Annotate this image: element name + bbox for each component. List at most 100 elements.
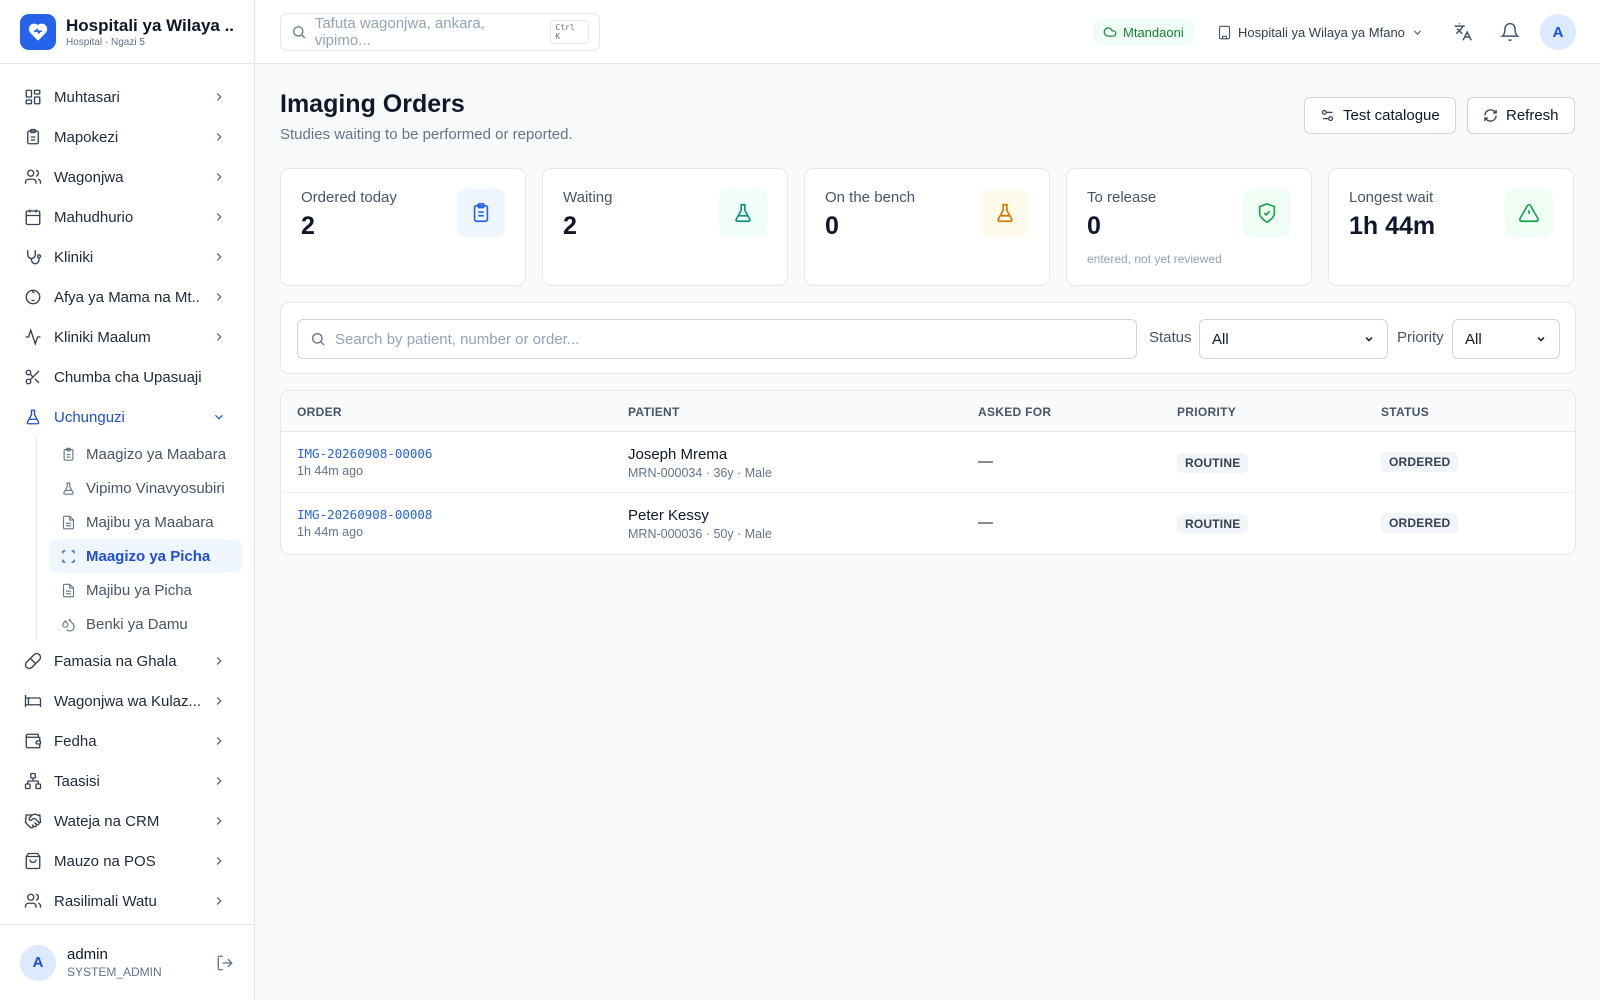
sidebar-item-label: Fedha (54, 732, 97, 750)
heart-logo-icon (20, 13, 56, 50)
chevron-down-icon (1365, 336, 1373, 342)
sidebar-item-rasilimali-watu[interactable]: Rasilimali Watu (0, 881, 254, 921)
column-header-priority[interactable]: PRIORITY (1177, 405, 1236, 419)
sidebar-submenu-uchunguzi: Maagizo ya Maabara Vipimo Vinavyosubiri … (36, 437, 242, 641)
stat-subtext: entered, not yet reviewed (1087, 252, 1222, 266)
column-header-status[interactable]: STATUS (1381, 405, 1429, 419)
user-profile[interactable]: A admin SYSTEM_ADMIN (0, 924, 254, 1000)
sidebar-subitem-majibu-maabara[interactable]: Majibu ya Maabara (49, 505, 242, 539)
refresh-button[interactable]: Refresh (1467, 97, 1575, 134)
chevron-right-icon (216, 173, 222, 181)
sidebar-subitem-maagizo-maabara[interactable]: Maagizo ya Maabara (49, 437, 242, 471)
sidebar-item-chumba-upasuaji[interactable]: Chumba cha Upasuaji (0, 357, 254, 397)
column-header-order[interactable]: ORDER (297, 405, 342, 419)
priority-filter-select[interactable]: All (1452, 319, 1560, 359)
droplets-icon (62, 618, 75, 631)
chevron-right-icon (216, 817, 222, 825)
sidebar-item-wagonjwa[interactable]: Wagonjwa (0, 157, 254, 197)
sidebar-item-label: Taasisi (54, 772, 100, 790)
imaging-orders-table: ORDER PATIENT ASKED FOR PRIORITY STATUS … (280, 390, 1576, 555)
status-filter-select[interactable]: All (1199, 319, 1388, 359)
stat-card-longest-wait: Longest wait 1h 44m (1328, 168, 1574, 286)
shield-check-icon (1243, 189, 1291, 237)
sidebar-subitem-label: Majibu ya Maabara (86, 513, 214, 531)
priority-badge: ROUTINE (1177, 514, 1249, 534)
stat-card-ordered-today: Ordered today 2 (280, 168, 526, 286)
bell-icon[interactable] (1500, 22, 1520, 42)
status-badge: ORDERED (1381, 452, 1459, 472)
facility-selector[interactable]: Hospitali ya Wilaya ya Mfano (1217, 20, 1424, 44)
sidebar-subitem-benki-damu[interactable]: Benki ya Damu (49, 607, 242, 641)
sidebar-item-wagonjwa-kulazwa[interactable]: Wagonjwa wa Kulaz... (0, 681, 254, 721)
shopping-bag-icon (25, 852, 41, 870)
refresh-label: Refresh (1506, 107, 1559, 124)
patient-meta: MRN-000034 · 36y · Male (628, 466, 772, 480)
priority-badge: ROUTINE (1177, 453, 1249, 473)
sidebar-item-famasia[interactable]: Famasia na Ghala (0, 641, 254, 681)
sidebar: Hospitali ya Wilaya ... Hospital · Ngazi… (0, 0, 255, 1000)
sidebar-item-taasisi[interactable]: Taasisi (0, 761, 254, 801)
sidebar-item-label: Kliniki (54, 248, 94, 266)
global-search-input[interactable]: Tafuta wagonjwa, ankara, vipimo... Ctrl … (280, 13, 600, 51)
sidebar-item-uchunguzi[interactable]: Uchunguzi (0, 397, 254, 437)
priority-filter-value: All (1465, 330, 1482, 348)
flask-icon (981, 189, 1029, 237)
user-avatar-button[interactable]: A (1540, 14, 1576, 50)
sidebar-subitem-maagizo-picha[interactable]: Maagizo ya Picha (49, 539, 242, 573)
test-catalogue-button[interactable]: Test catalogue (1304, 97, 1456, 134)
sidebar-item-mauzo-pos[interactable]: Mauzo na POS (0, 841, 254, 881)
sidebar-item-fedha[interactable]: Fedha (0, 721, 254, 761)
sidebar-subitem-label: Maagizo ya Maabara (86, 445, 227, 463)
stat-card-to-release: To release 0 entered, not yet reviewed (1066, 168, 1312, 286)
cloud-icon (1103, 27, 1117, 37)
page-title: Imaging Orders (280, 90, 465, 118)
sidebar-item-afya-mama[interactable]: Afya ya Mama na Mt... (0, 277, 254, 317)
brand[interactable]: Hospitali ya Wilaya ... Hospital · Ngazi… (0, 0, 254, 64)
patient-name[interactable]: Joseph Mrema (628, 446, 772, 463)
chevron-down-icon (1537, 336, 1545, 342)
facility-name: Hospitali ya Wilaya ya Mfano (1238, 24, 1405, 40)
sidebar-item-muhtasari[interactable]: Muhtasari (0, 77, 254, 117)
logout-icon[interactable] (216, 954, 234, 972)
sidebar-subitem-label: Benki ya Damu (86, 615, 188, 633)
sidebar-item-kliniki[interactable]: Kliniki (0, 237, 254, 277)
column-header-asked-for[interactable]: ASKED FOR (978, 405, 1051, 419)
sidebar-item-label: Rasilimali Watu (54, 892, 157, 910)
sidebar-item-mahudhurio[interactable]: Mahudhurio (0, 197, 254, 237)
sidebar-subitem-label: Maagizo ya Picha (86, 547, 211, 565)
order-number-link[interactable]: IMG-20260908-00008 (297, 507, 432, 522)
sidebar-item-mapokezi[interactable]: Mapokezi (0, 117, 254, 157)
flask-icon (63, 481, 74, 495)
user-role: SYSTEM_ADMIN (67, 965, 162, 979)
shortcut-hint: Ctrl K (550, 20, 590, 44)
stat-card-on-the-bench: On the bench 0 (804, 168, 1050, 286)
handshake-icon (24, 813, 42, 829)
status-filter-value: All (1212, 330, 1229, 348)
sidebar-item-label: Wateja na CRM (54, 812, 160, 830)
sidebar-item-wateja-crm[interactable]: Wateja na CRM (0, 801, 254, 841)
sidebar-item-kliniki-maalum[interactable]: Kliniki Maalum (0, 317, 254, 357)
column-header-patient[interactable]: PATIENT (628, 405, 680, 419)
global-search-placeholder: Tafuta wagonjwa, ankara, vipimo... (314, 15, 485, 49)
flask-icon (719, 189, 767, 237)
asked-for: — (978, 453, 993, 470)
patient-name[interactable]: Peter Kessy (628, 507, 772, 524)
order-search-input[interactable]: Search by patient, number or order... (297, 319, 1137, 359)
table-row[interactable]: IMG-20260908-00008 1h 44m ago Peter Kess… (281, 493, 1575, 554)
baby-icon (25, 289, 41, 305)
refresh-icon (1484, 109, 1497, 122)
order-number-link[interactable]: IMG-20260908-00006 (297, 446, 432, 461)
bed-icon (24, 695, 42, 707)
sidebar-subitem-vipimo-vinavyosubiri[interactable]: Vipimo Vinavyosubiri (49, 471, 242, 505)
sidebar-subitem-majibu-picha[interactable]: Majibu ya Picha (49, 573, 242, 607)
table-row[interactable]: IMG-20260908-00006 1h 44m ago Joseph Mre… (281, 432, 1575, 493)
test-catalogue-label: Test catalogue (1343, 107, 1440, 124)
language-icon[interactable] (1453, 22, 1473, 42)
chevron-down-icon (215, 414, 223, 420)
stats-row: Ordered today 2 Waiting 2 On the bench 0… (280, 168, 1576, 286)
scissors-icon (25, 369, 40, 385)
sidebar-item-label: Chumba cha Upasuaji (54, 368, 202, 386)
sidebar-subitem-label: Vipimo Vinavyosubiri (86, 479, 225, 497)
stethoscope-icon (27, 250, 42, 265)
flask-icon (26, 409, 40, 425)
